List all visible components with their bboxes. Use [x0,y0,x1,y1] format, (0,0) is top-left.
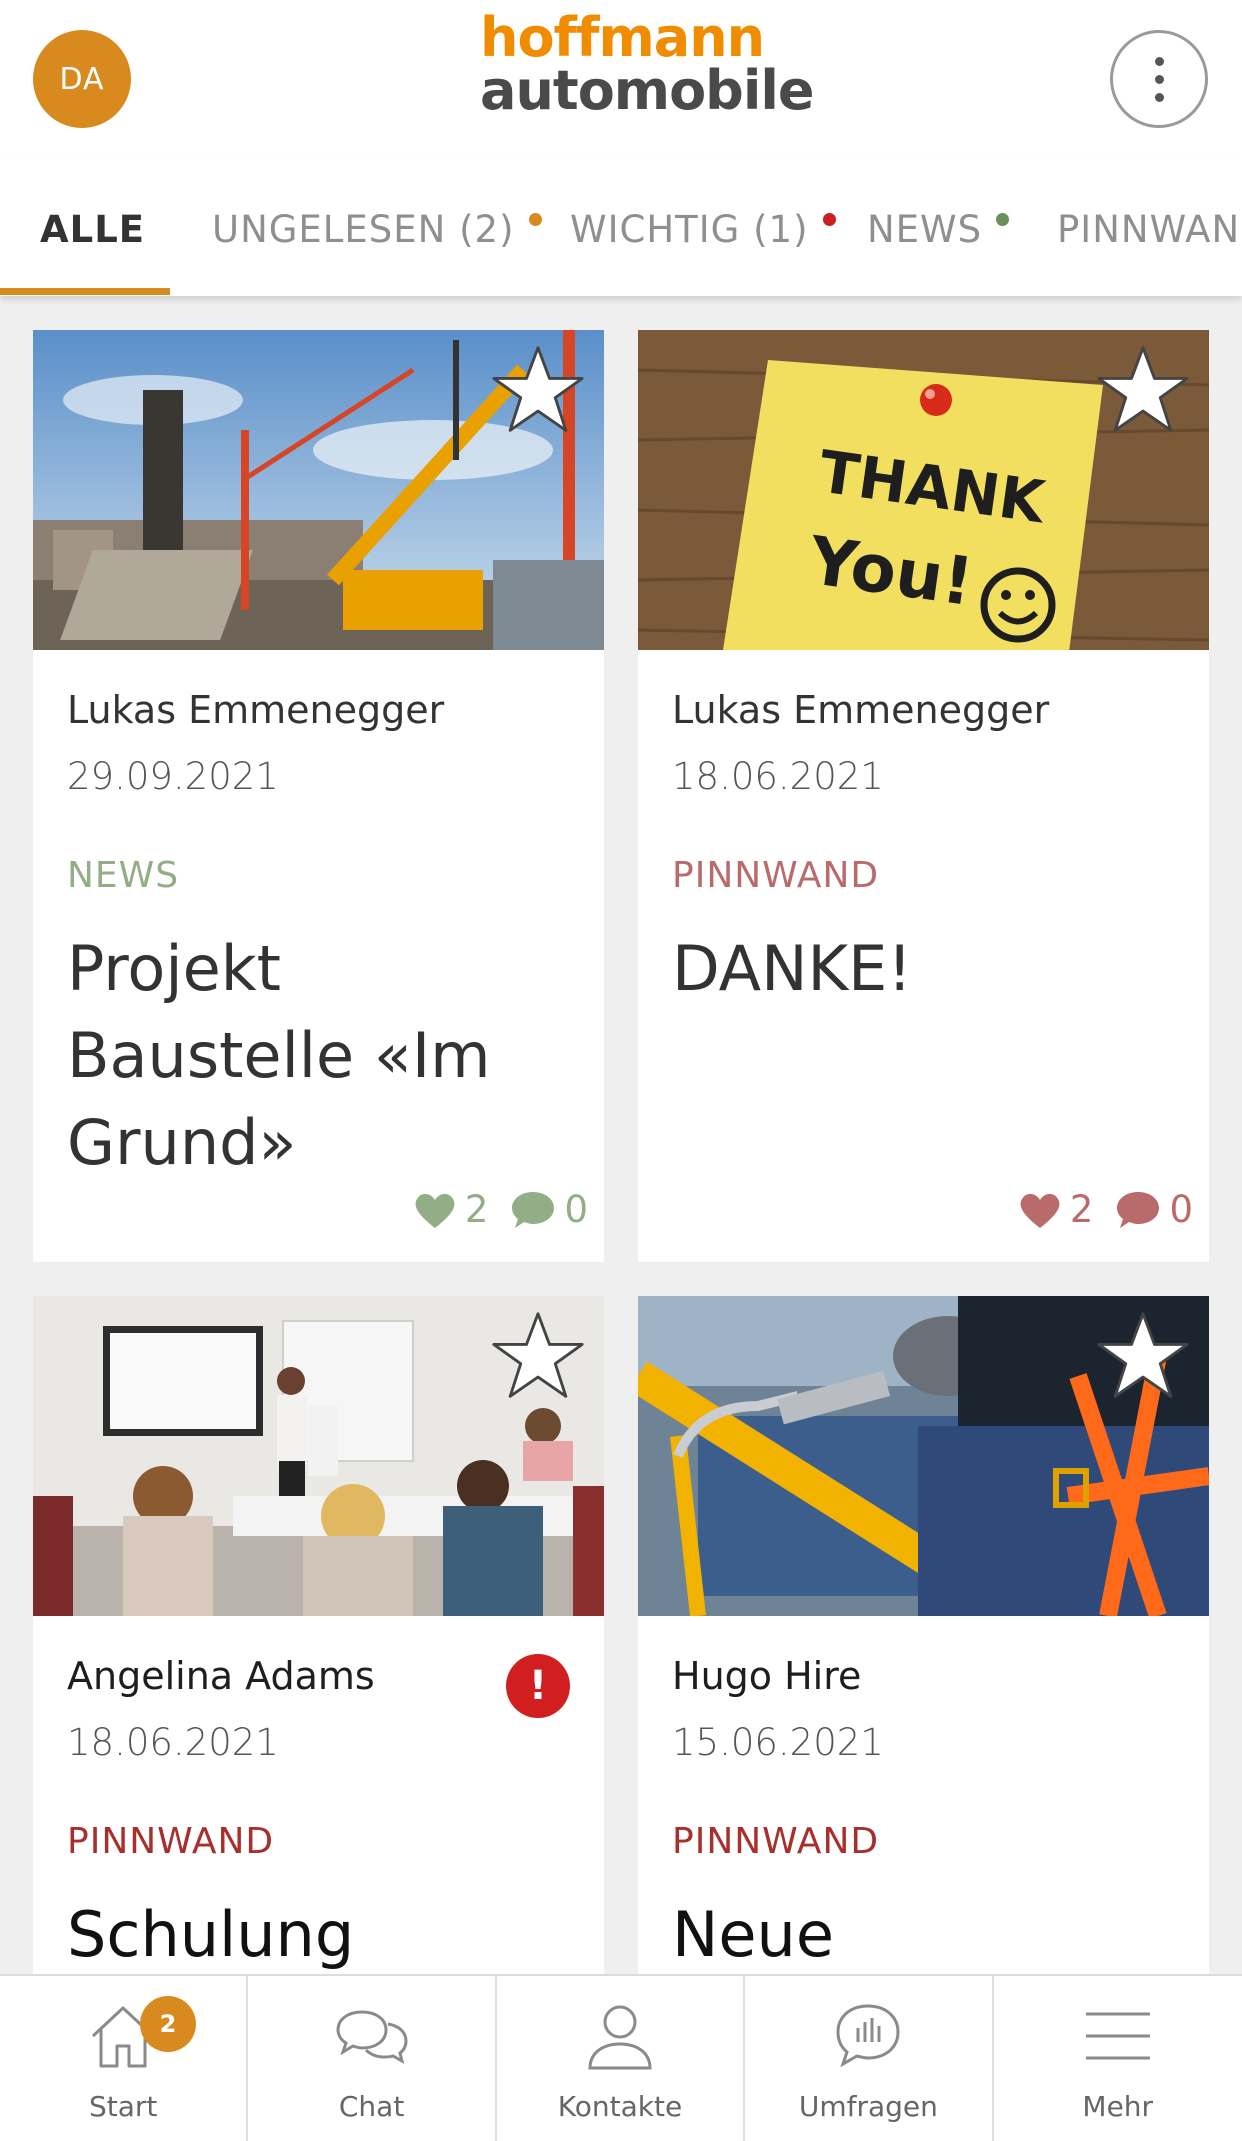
nav-chat[interactable]: Chat [248,1976,497,2141]
app-header: DA hoffmann automobile [0,0,1242,160]
likes-count: 2 [1069,1188,1094,1231]
favorite-star-icon[interactable] [1095,342,1191,438]
post-title: DANKE! [672,932,913,1005]
safety-harness-image [638,1296,1209,1616]
post-card[interactable]: THANK You! Lukas Emmenegger 18.06.2021 P… [638,330,1209,1262]
comments-stat[interactable]: 0 [1115,1188,1193,1231]
tab-label: ALLE [40,208,146,251]
chat-icon [336,2010,408,2064]
favorite-star-icon[interactable] [1095,1308,1191,1404]
nav-kontakte[interactable]: Kontakte [497,1976,746,2141]
post-date: 18.06.2021 [672,755,884,798]
post-category: PINNWAND [67,1821,275,1862]
post-title: Neue [672,1898,834,1971]
thank-you-note-image: THANK You! [638,330,1209,650]
post-author: Lukas Emmenegger [672,688,1050,732]
comment-icon [512,1191,555,1228]
logo-line-2: automobile [480,58,814,122]
nav-mehr[interactable]: Mehr [994,1976,1242,2141]
post-card[interactable]: Angelina Adams ! 18.06.2021 PINNWAND Sch… [33,1296,604,1996]
tab-wichtig[interactable]: WICHTIG (1) [570,208,836,251]
post-category: NEWS [67,855,180,896]
important-alert-icon: ! [506,1654,570,1718]
post-date: 18.06.2021 [67,1721,279,1764]
heart-icon [415,1193,455,1228]
post-title: Projekt Baustelle «Im Grund» [67,932,491,1179]
tab-label: UNGELESEN (2) [212,208,515,251]
post-stats: 2 0 [413,1188,588,1231]
tab-label: PINNWAND [1057,208,1242,251]
comments-count: 0 [564,1188,588,1231]
poll-icon [836,2004,900,2068]
tab-alle[interactable]: ALLE [40,208,145,251]
post-category: PINNWAND [672,855,880,896]
nav-label: Chat [338,2090,405,2123]
company-logo: hoffmann automobile [480,6,814,122]
news-dot-icon [996,213,1010,226]
tab-pinnwand[interactable]: PINNWAND [1057,208,1242,251]
nav-label: Kontakte [557,2090,683,2123]
comments-count: 0 [1169,1188,1193,1231]
likes-count: 2 [464,1188,489,1231]
important-dot-icon [822,213,836,226]
likes-stat[interactable]: 2 [413,1188,489,1231]
heart-icon [1020,1193,1060,1228]
bottom-navigation: 2 Start Chat Kontakte Umfragen Mehr [0,1974,1242,2141]
logo-line-1: hoffmann [480,6,765,69]
post-date: 29.09.2021 [67,755,279,798]
person-icon [588,2005,652,2070]
dot-icon [1154,92,1164,102]
favorite-star-icon[interactable] [490,1308,586,1404]
nav-label: Umfragen [798,2090,938,2123]
likes-stat[interactable]: 2 [1018,1188,1094,1231]
nav-label: Start [88,2090,158,2123]
hamburger-icon [1085,2012,1150,2060]
nav-umfragen[interactable]: Umfragen [745,1976,994,2141]
post-category: PINNWAND [672,1821,880,1862]
comment-icon [1117,1191,1160,1228]
post-stats: 2 0 [1018,1188,1193,1231]
post-author: Lukas Emmenegger [67,688,445,732]
post-date: 15.06.2021 [672,1721,884,1764]
post-author: Hugo Hire [672,1654,862,1698]
unread-dot-icon [528,213,542,226]
tab-news[interactable]: NEWS [867,208,1010,251]
more-options-button[interactable] [1110,30,1208,128]
tab-ungelesen[interactable]: UNGELESEN (2) [212,208,542,251]
classroom-image [33,1296,604,1616]
avatar[interactable]: DA [33,30,131,128]
post-author: Angelina Adams [67,1654,375,1698]
nav-label: Mehr [1082,2090,1154,2123]
dot-icon [1154,56,1164,66]
post-card[interactable]: Lukas Emmenegger 29.09.2021 NEWS Projekt… [33,330,604,1262]
notification-badge: 2 [140,1996,196,2052]
tab-label: NEWS [867,208,983,251]
dot-icon [1154,74,1164,84]
nav-start[interactable]: 2 Start [0,1976,249,2141]
filter-tabs: ALLE UNGELESEN (2) WICHTIG (1) NEWS PINN… [0,160,1242,296]
construction-site-image [33,330,604,650]
post-title: Schulung [67,1898,355,1971]
favorite-star-icon[interactable] [490,342,586,438]
post-card[interactable]: Hugo Hire 15.06.2021 PINNWAND Neue [638,1296,1209,1996]
tab-label: WICHTIG (1) [570,208,809,251]
comments-stat[interactable]: 0 [510,1188,588,1231]
active-tab-indicator [0,288,170,295]
